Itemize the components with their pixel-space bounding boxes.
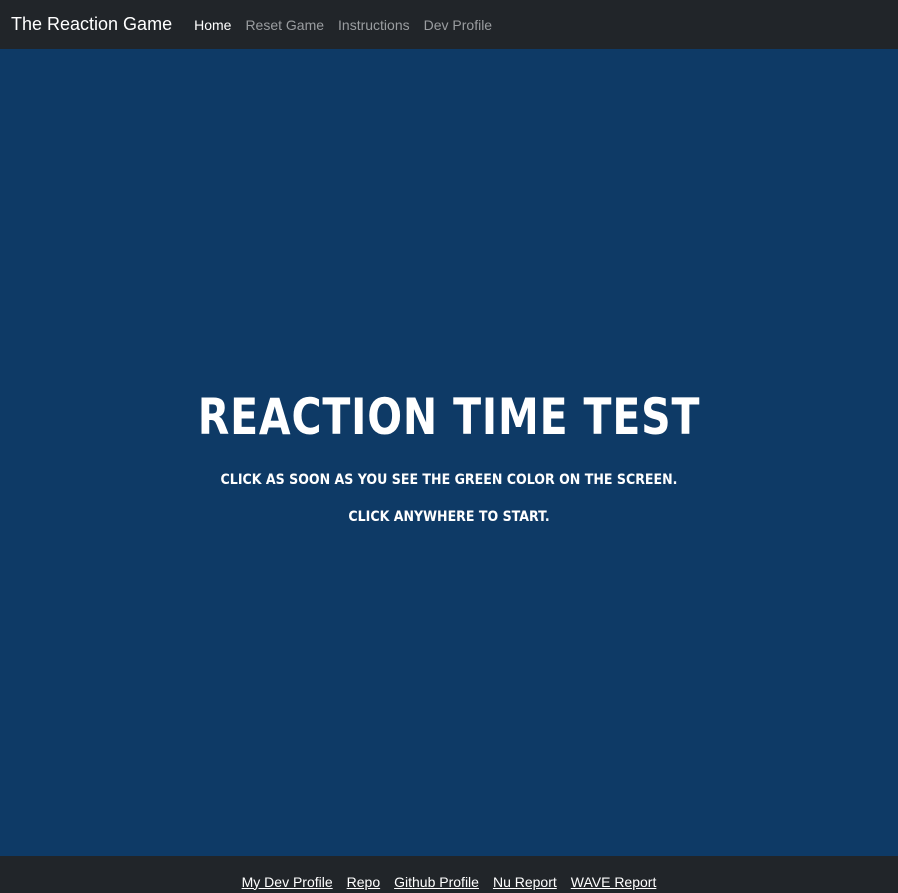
start-prompt-text: CLICK ANYWHERE TO START. bbox=[348, 509, 550, 525]
nav-links: Home Reset Game Instructions Dev Profile bbox=[194, 17, 492, 33]
brand-link[interactable]: The Reaction Game bbox=[11, 14, 172, 35]
footer-github-profile-link[interactable]: Github Profile bbox=[394, 874, 479, 890]
footer-wave-report-link[interactable]: WAVE Report bbox=[571, 874, 657, 890]
top-navbar: The Reaction Game Home Reset Game Instru… bbox=[0, 0, 898, 49]
nav-reset-game-link[interactable]: Reset Game bbox=[245, 17, 324, 33]
footer-repo-link[interactable]: Repo bbox=[347, 874, 380, 890]
page-title: REACTION TIME TEST bbox=[197, 388, 701, 446]
game-click-area[interactable]: REACTION TIME TEST CLICK AS SOON AS YOU … bbox=[0, 49, 898, 856]
footer-dev-profile-link[interactable]: My Dev Profile bbox=[242, 874, 333, 890]
footer: My Dev Profile Repo Github Profile Nu Re… bbox=[0, 856, 898, 893]
nav-dev-profile-link[interactable]: Dev Profile bbox=[424, 17, 492, 33]
nav-instructions-link[interactable]: Instructions bbox=[338, 17, 410, 33]
footer-nu-report-link[interactable]: Nu Report bbox=[493, 874, 557, 890]
nav-home-link[interactable]: Home bbox=[194, 17, 231, 33]
instruction-text: CLICK AS SOON AS YOU SEE THE GREEN COLOR… bbox=[220, 472, 678, 488]
